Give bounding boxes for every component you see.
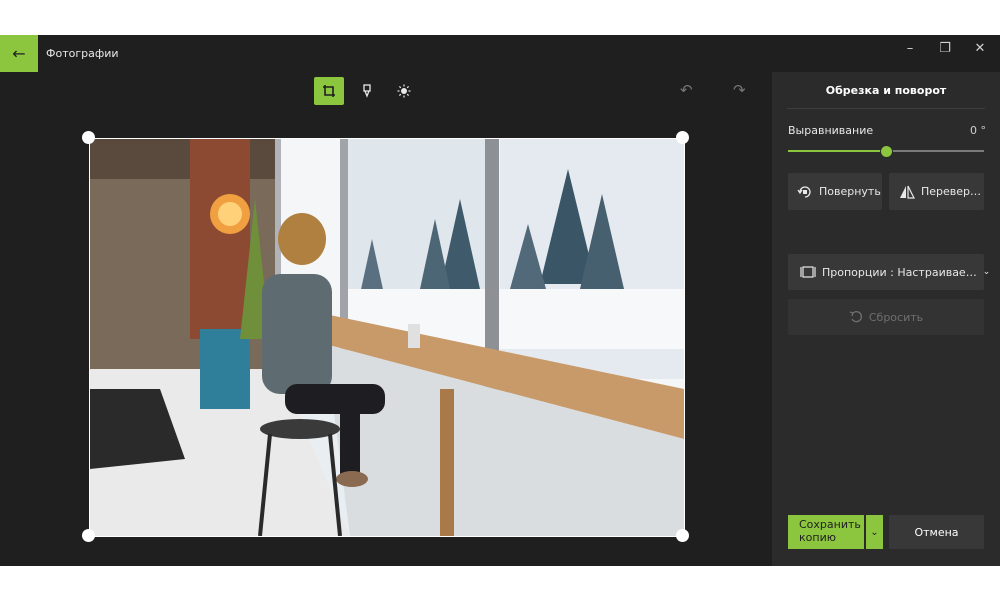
adjust-tab[interactable]	[389, 77, 419, 105]
redo-button[interactable]: ↷	[733, 81, 746, 99]
save-copy-label-line1: Сохранить	[799, 518, 861, 531]
reset-label: Сбросить	[868, 310, 924, 324]
title-bar: ← Фотографии – ❐ ✕	[0, 35, 1000, 72]
close-button[interactable]: ✕	[970, 41, 990, 56]
redo-icon: ↷	[733, 81, 746, 99]
crop-rotate-tab[interactable]	[314, 77, 344, 105]
aspect-ratio-dropdown[interactable]: Пропорции : Настраивае… ⌄	[788, 254, 990, 290]
minimize-button[interactable]: –	[900, 41, 920, 56]
back-button[interactable]: ←	[0, 35, 38, 72]
straighten-value: 0 °	[970, 124, 986, 137]
crop-handle-bottom-right[interactable]	[676, 529, 689, 542]
crop-rotate-panel: Обрезка и поворот Выравнивание 0 ° Повер…	[772, 72, 1000, 566]
undo-icon: ↶	[680, 81, 693, 99]
crop-handle-top-right[interactable]	[676, 131, 689, 144]
flip-icon	[899, 184, 915, 200]
panel-divider	[787, 108, 985, 109]
photos-app-window: ← Фотографии – ❐ ✕ ↶ ↷ Обрезка и поворот…	[0, 35, 1000, 566]
undo-button[interactable]: ↶	[680, 81, 693, 99]
cancel-button[interactable]: Отмена	[889, 515, 984, 549]
flip-label: Перевер…	[921, 185, 982, 198]
save-options-dropdown[interactable]: ⌄	[866, 515, 883, 549]
back-arrow-icon: ←	[12, 44, 26, 63]
save-copy-label-line2: копию	[799, 531, 836, 544]
flip-button[interactable]: Перевер…	[889, 173, 984, 210]
restore-button[interactable]: ❐	[935, 41, 955, 56]
filters-icon	[363, 84, 371, 98]
app-title: Фотографии	[46, 47, 119, 60]
photo-canvas[interactable]	[90, 139, 684, 536]
aspect-ratio-label: Пропорции : Настраивае…	[822, 265, 977, 279]
chevron-down-icon: ⌄	[982, 267, 991, 277]
rotate-button[interactable]: Повернуть	[788, 173, 882, 210]
adjust-brightness-icon	[397, 84, 411, 98]
straighten-slider-fill	[788, 150, 886, 152]
rotate-icon	[797, 184, 813, 200]
rotate-label: Повернуть	[819, 185, 881, 198]
panel-title: Обрезка и поворот	[825, 84, 947, 97]
aspect-ratio-icon	[800, 265, 816, 279]
save-copy-button[interactable]: Сохранить копию	[788, 515, 864, 549]
crop-handle-top-left[interactable]	[82, 131, 95, 144]
reset-button[interactable]: Сбросить	[788, 299, 984, 335]
crop-rotate-icon	[323, 85, 335, 97]
reset-icon	[849, 310, 863, 324]
cafe-photo	[90, 139, 684, 536]
chevron-down-icon: ⌄	[870, 526, 879, 538]
filters-tab[interactable]	[352, 77, 382, 105]
crop-handle-bottom-left[interactable]	[82, 529, 95, 542]
straighten-label: Выравнивание	[788, 124, 874, 137]
straighten-slider-thumb[interactable]	[880, 145, 893, 158]
